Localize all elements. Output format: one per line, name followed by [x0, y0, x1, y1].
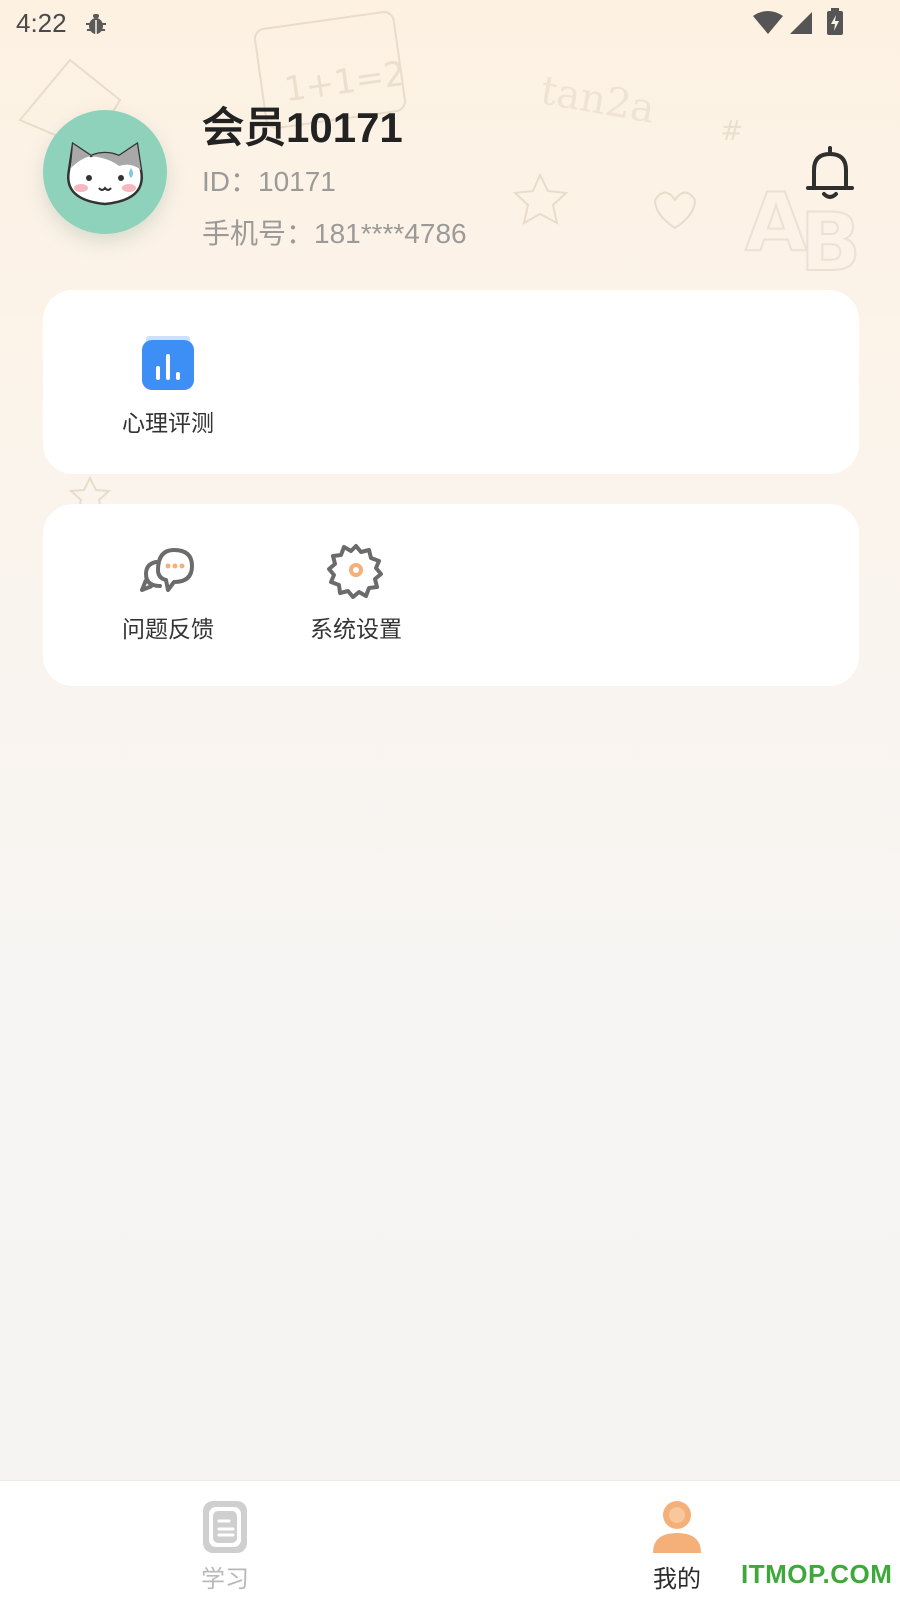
avatar[interactable] [43, 110, 167, 234]
signal-icon [790, 12, 812, 34]
nav-label-mine: 我的 [653, 1565, 701, 1593]
book-icon [203, 1501, 247, 1553]
gear-icon [327, 544, 383, 599]
svg-text:#: # [720, 114, 743, 147]
grid-item-feedback[interactable]: 问题反馈 [98, 540, 238, 644]
grid-item-psych-test[interactable]: 心理评测 [98, 334, 238, 438]
profile-id: ID：10171 [202, 166, 336, 197]
status-bar: 4:22 [0, 0, 900, 48]
battery-charging-icon [827, 8, 843, 35]
profile-name: 会员10171 [202, 104, 403, 151]
services-card: 心理评测 [43, 290, 859, 474]
nav-item-learn[interactable]: 学习 [165, 1499, 285, 1594]
bar-chart-icon [142, 336, 194, 390]
wifi-icon [753, 11, 783, 34]
svg-text:B: B [800, 196, 861, 289]
svg-text:tan2a: tan2a [537, 67, 658, 132]
status-time: 4:22 [16, 8, 67, 38]
grid-item-label: 问题反馈 [122, 617, 214, 643]
grid-item-label: 心理评测 [122, 411, 214, 437]
watermark-text: ITMOP.COM [741, 1559, 893, 1589]
grid-item-settings[interactable]: 系统设置 [286, 540, 426, 644]
profile-phone: 手机号：181****4786 [202, 218, 467, 249]
cat-avatar [67, 141, 143, 206]
nav-label-learn: 学习 [201, 1565, 249, 1593]
svg-text:A: A [745, 176, 807, 269]
user-icon [653, 1501, 701, 1553]
tools-card: 问题反馈 系统设置 [43, 504, 859, 686]
chat-bubbles-icon [140, 548, 194, 592]
bell-icon[interactable] [800, 142, 860, 202]
debug-icon [86, 14, 106, 34]
grid-item-label: 系统设置 [310, 617, 402, 643]
nav-item-mine[interactable]: 我的 [617, 1499, 737, 1594]
